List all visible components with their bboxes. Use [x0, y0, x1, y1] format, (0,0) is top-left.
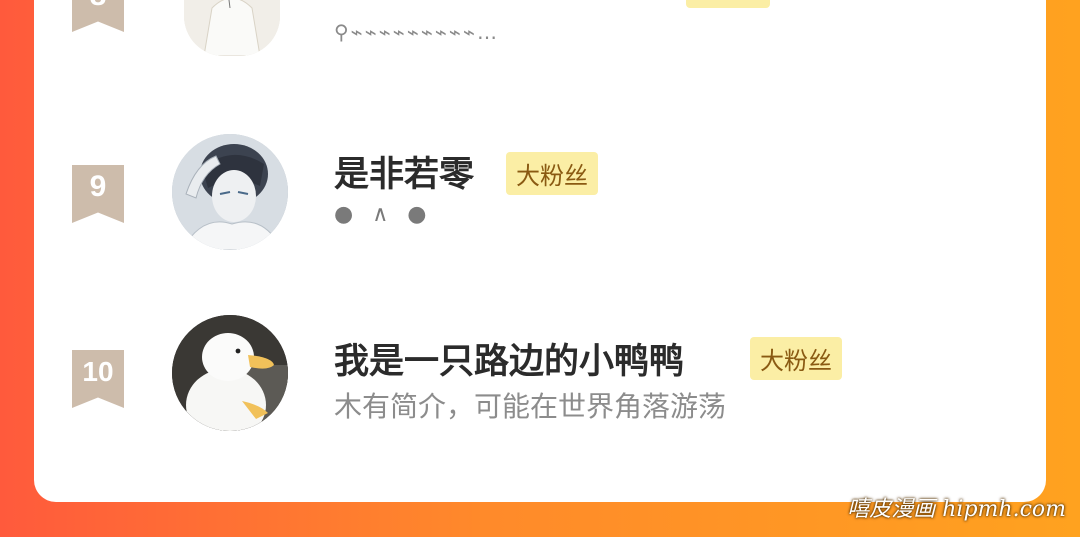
fan-level-badge: 大粉丝 — [750, 337, 842, 380]
avatar[interactable] — [172, 134, 288, 250]
fan-level-badge — [686, 0, 770, 8]
avatar-illustration — [184, 0, 280, 56]
avatar-illustration — [172, 134, 288, 250]
ranking-row-8[interactable]: 8 ⚲⌁⌁⌁⌁⌁⌁⌁⌁⌁… — [34, 0, 1046, 58]
avatar[interactable] — [184, 0, 280, 56]
rank-number: 10 — [82, 356, 114, 387]
user-bio: ⚲⌁⌁⌁⌁⌁⌁⌁⌁⌁… — [334, 20, 500, 44]
rank-ribbon: 9 — [72, 165, 124, 223]
fan-level-badge: 大粉丝 — [506, 152, 598, 195]
site-watermark: 嘻皮漫画 hipmh.com — [847, 497, 1066, 522]
user-bio: ● ∧ ● — [334, 202, 433, 227]
ranking-row-10[interactable]: 10 我是一只路边的小鸭鸭 大粉丝 木有简介，可能在世界角落游荡 — [34, 315, 1046, 435]
fan-ranking-card: 8 ⚲⌁⌁⌁⌁⌁⌁⌁⌁⌁… 9 — [34, 0, 1046, 502]
avatar[interactable] — [172, 315, 288, 431]
user-bio: 木有简介，可能在世界角落游荡 — [334, 390, 727, 423]
rank-ribbon: 10 — [72, 350, 124, 408]
ranking-row-9[interactable]: 9 是非若零 大粉丝 ● ∧ ● — [34, 130, 1046, 250]
duck-avatar-illustration — [172, 315, 288, 431]
rank-number: 8 — [90, 0, 107, 12]
user-name[interactable]: 我是一只路边的小鸭鸭 — [334, 333, 684, 384]
rank-ribbon: 8 — [72, 0, 124, 32]
rank-number: 9 — [89, 170, 107, 203]
user-name[interactable]: 是非若零 — [334, 146, 474, 197]
